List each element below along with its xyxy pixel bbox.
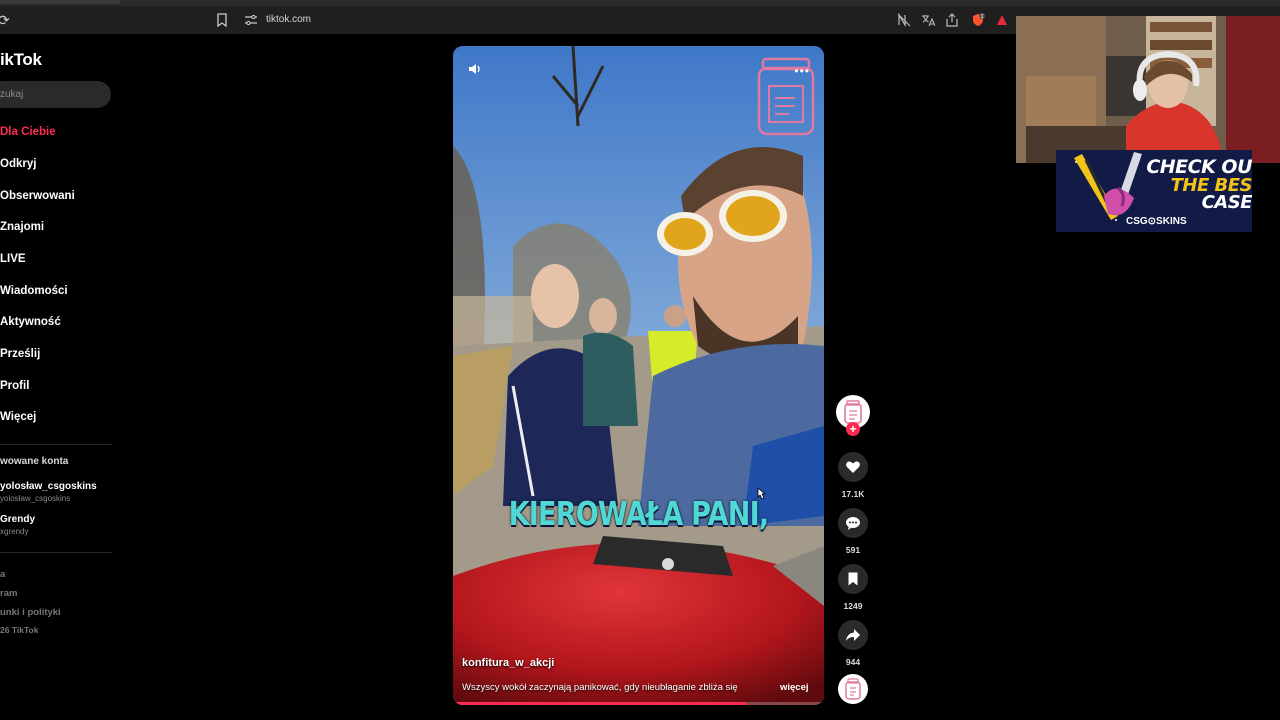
ad-brand-logo: CSG⊙SKINS <box>1126 216 1187 227</box>
nav-item-profile[interactable]: Profil <box>0 380 29 392</box>
sound-disc-button[interactable] <box>838 674 868 704</box>
footer-link[interactable]: unki i polityki <box>0 607 61 618</box>
svg-text:1: 1 <box>981 14 984 20</box>
like-button[interactable] <box>838 452 868 482</box>
share-count: 944 <box>845 657 861 667</box>
share-button[interactable] <box>838 620 868 650</box>
comment-button[interactable] <box>838 508 868 538</box>
search-input[interactable]: zukaj <box>0 81 111 108</box>
nav-item-friends[interactable]: Znajomi <box>0 221 44 233</box>
no-translate-icon[interactable] <box>897 13 911 27</box>
video-frame <box>453 46 824 705</box>
video-progress-fill <box>453 702 747 705</box>
mute-icon[interactable] <box>467 61 483 77</box>
webcam-overlay <box>1016 16 1280 163</box>
sidebar: ikTok zukaj Dla Ciebie Odkryj Obserwowan… <box>0 34 130 720</box>
bookmark-icon <box>848 572 858 586</box>
nav-item-more[interactable]: Więcej <box>0 411 36 423</box>
search-placeholder: zukaj <box>0 89 24 100</box>
footer-link[interactable]: ram <box>0 588 17 599</box>
follow-plus-icon[interactable]: + <box>846 422 860 436</box>
comment-count: 591 <box>845 545 861 555</box>
ad-headline-line3: CASE <box>1201 192 1252 213</box>
comment-icon <box>846 517 860 530</box>
video-author[interactable]: konfitura_w_akcji <box>462 657 554 669</box>
followed-account-handle: yolosław_csgoskins <box>0 494 71 503</box>
site-settings-icon[interactable] <box>244 14 258 26</box>
nav-item-following[interactable]: Obserwowani <box>0 190 75 202</box>
sidebar-divider <box>0 552 112 553</box>
video-player[interactable]: ••• KIEROWAŁA PANI, konfitura_w_akcji Ws… <box>453 46 824 705</box>
followed-accounts-title: wowane konta <box>0 456 69 467</box>
heart-icon <box>846 461 860 473</box>
footer-link[interactable]: a <box>0 569 5 580</box>
bookmark-icon[interactable] <box>216 13 228 27</box>
save-count: 1249 <box>843 601 863 611</box>
translate-icon[interactable] <box>921 13 935 27</box>
sponsor-banner[interactable]: CHECK OU THE BES CASE CSG⊙SKINS <box>1056 150 1252 232</box>
save-button[interactable] <box>838 564 868 594</box>
nav-item-explore[interactable]: Odkryj <box>0 158 36 170</box>
share-icon[interactable] <box>945 13 959 27</box>
followed-account-name[interactable]: Grendy <box>0 514 35 525</box>
followed-account-name[interactable]: yolosław_csgoskins <box>0 481 97 492</box>
reload-icon[interactable]: ⟳ <box>0 12 14 28</box>
video-caption: KIEROWAŁA PANI, <box>508 494 769 533</box>
sidebar-divider <box>0 444 112 445</box>
nav-item-live[interactable]: LIVE <box>0 253 26 265</box>
address-bar[interactable]: tiktok.com <box>266 14 311 25</box>
nav-item-upload[interactable]: Prześlij <box>0 348 40 360</box>
brave-rewards-icon[interactable] <box>995 13 1009 27</box>
brave-shield-icon[interactable]: 1 <box>971 13 985 27</box>
tiktok-logo[interactable]: ikTok <box>0 50 42 70</box>
like-count: 17.1K <box>841 489 865 499</box>
webcam-feed <box>1016 16 1280 163</box>
copyright: 26 TikTok <box>0 625 39 635</box>
nav-item-messages[interactable]: Wiadomości <box>0 285 68 297</box>
description-more-link[interactable]: więcej <box>780 682 809 693</box>
video-description: Wszyscy wokół zaczynają panikować, gdy n… <box>462 682 738 693</box>
nav-item-for-you[interactable]: Dla Ciebie <box>0 126 56 138</box>
nav-item-activity[interactable]: Aktywność <box>0 316 61 328</box>
video-options-icon[interactable]: ••• <box>794 64 810 78</box>
mouse-pointer-icon <box>757 487 767 500</box>
jar-sound-icon <box>845 678 861 700</box>
video-progress-bar[interactable] <box>453 702 824 705</box>
creator-avatar[interactable]: + <box>836 395 870 436</box>
followed-account-handle: xgrendy <box>0 527 29 536</box>
active-tab[interactable] <box>0 0 120 4</box>
share-arrow-icon <box>846 629 860 641</box>
